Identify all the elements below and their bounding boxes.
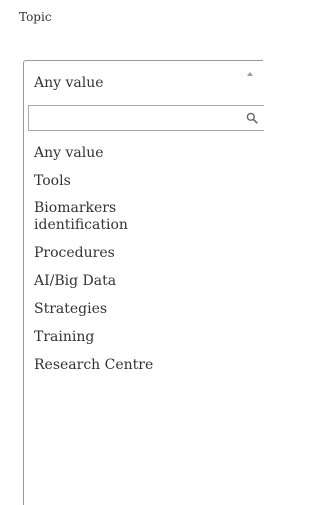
option-ai-big-data[interactable]: AI/Big Data [34, 272, 254, 290]
option-tools[interactable]: Tools [34, 172, 254, 190]
option-strategies[interactable]: Strategies [34, 300, 254, 318]
options-list: Any value Tools Biomarkers identificatio… [34, 144, 254, 384]
option-procedures[interactable]: Procedures [34, 244, 254, 262]
search-field[interactable] [28, 105, 264, 131]
search-input[interactable] [29, 106, 239, 130]
option-biomarkers-identification[interactable]: Biomarkers identification [34, 200, 254, 234]
chevron-up-icon[interactable] [247, 72, 253, 76]
search-icon [246, 112, 258, 124]
select-current-value[interactable]: Any value [34, 74, 104, 92]
topic-label: Topic [19, 10, 52, 24]
option-any-value[interactable]: Any value [34, 144, 254, 162]
option-research-centre[interactable]: Research Centre [34, 356, 254, 374]
option-training[interactable]: Training [34, 328, 254, 346]
topic-select[interactable]: Any value Any value Tools Biomarkers ide… [23, 60, 264, 505]
